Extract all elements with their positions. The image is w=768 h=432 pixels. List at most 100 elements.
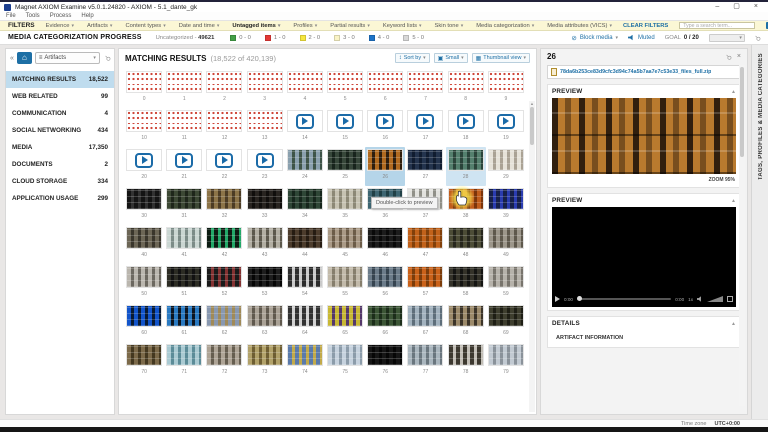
- fullscreen-icon[interactable]: [727, 296, 733, 302]
- grid-item-63[interactable]: 63: [245, 303, 285, 342]
- grid-item-75[interactable]: 75: [325, 342, 365, 381]
- thumbnail[interactable]: [166, 149, 202, 171]
- minimize-button[interactable]: –: [715, 2, 719, 12]
- volume-slider[interactable]: [707, 296, 723, 302]
- thumbnail[interactable]: [327, 266, 363, 288]
- view-mode-button[interactable]: ▦ Thumbnail view▾: [472, 53, 530, 63]
- thumbnail[interactable]: [247, 188, 283, 210]
- grid-item-76[interactable]: 76: [365, 342, 405, 381]
- muted-button[interactable]: Muted: [628, 35, 655, 41]
- grid-item-49[interactable]: 49: [486, 225, 526, 264]
- grid-item-68[interactable]: 68: [446, 303, 486, 342]
- maximize-button[interactable]: ▢: [733, 2, 740, 12]
- seek-handle[interactable]: [577, 296, 582, 301]
- thumbnail[interactable]: [367, 305, 403, 327]
- thumbnail[interactable]: [126, 227, 162, 249]
- thumbnail[interactable]: [488, 227, 524, 249]
- filter-artifacts[interactable]: Artifacts▾: [87, 23, 112, 29]
- grid-item-3[interactable]: 3: [245, 69, 285, 108]
- sidebar-pin-icon[interactable]: ⚲: [103, 53, 112, 62]
- thumbnail[interactable]: [488, 266, 524, 288]
- grid-item-0[interactable]: 0: [124, 69, 164, 108]
- thumbnail[interactable]: [327, 71, 363, 93]
- grid-item-9[interactable]: 9: [486, 69, 526, 108]
- grid-item-17[interactable]: 17: [405, 108, 445, 147]
- grid-item-77[interactable]: 77: [405, 342, 445, 381]
- thumbnail[interactable]: [407, 149, 443, 171]
- grid-item-15[interactable]: 15: [325, 108, 365, 147]
- sidebar-item-cloud-storage[interactable]: CLOUD STORAGE334: [6, 173, 114, 190]
- grid-item-78[interactable]: 78: [446, 342, 486, 381]
- filter-evidence[interactable]: Evidence▾: [46, 23, 74, 29]
- thumbnail[interactable]: [206, 110, 242, 132]
- grid-item-29[interactable]: 29: [486, 147, 526, 186]
- grid-item-35[interactable]: 35: [325, 186, 365, 225]
- grid-item-39[interactable]: 39: [486, 186, 526, 225]
- thumbnail[interactable]: [407, 71, 443, 93]
- grid-item-47[interactable]: 47: [405, 225, 445, 264]
- sidebar-item-documents[interactable]: DOCUMENTS2: [6, 156, 114, 173]
- grid-item-30[interactable]: 30: [124, 186, 164, 225]
- grid-item-24[interactable]: 24: [285, 147, 325, 186]
- filter-skin-tone[interactable]: Skin tone▾: [435, 23, 464, 29]
- grid-item-51[interactable]: 51: [164, 264, 204, 303]
- grid-item-32[interactable]: 32: [204, 186, 244, 225]
- grid-item-61[interactable]: 61: [164, 303, 204, 342]
- sidebar-item-matching-results[interactable]: MATCHING RESULTS18,522: [6, 71, 114, 88]
- thumbnail[interactable]: [166, 110, 202, 132]
- thumbnail[interactable]: [367, 71, 403, 93]
- thumbnail[interactable]: [287, 305, 323, 327]
- grid-item-46[interactable]: 46: [365, 225, 405, 264]
- playback-rate[interactable]: 1x: [688, 297, 693, 302]
- menu-item-file[interactable]: File: [6, 13, 16, 19]
- thumbnail[interactable]: [247, 266, 283, 288]
- thumbnail[interactable]: [287, 344, 323, 366]
- thumbnail[interactable]: [166, 344, 202, 366]
- image-preview[interactable]: [552, 98, 736, 174]
- grid-item-72[interactable]: 72: [204, 342, 244, 381]
- thumbnail[interactable]: [166, 227, 202, 249]
- thumbnail[interactable]: [287, 266, 323, 288]
- grid-item-43[interactable]: 43: [245, 225, 285, 264]
- home-button[interactable]: ⌂: [17, 52, 32, 64]
- results-scrollbar[interactable]: ▲: [529, 101, 535, 412]
- thumbnail[interactable]: [407, 110, 443, 132]
- video-player[interactable]: 0:00 0:00 1x: [552, 207, 736, 307]
- filter-partial-results[interactable]: Partial results▾: [330, 23, 370, 29]
- grid-item-28[interactable]: 28: [446, 147, 486, 186]
- thumbnail[interactable]: [126, 266, 162, 288]
- detail-scrollbar[interactable]: [739, 65, 745, 406]
- grid-item-25[interactable]: 25: [325, 147, 365, 186]
- grid-item-34[interactable]: 34: [285, 186, 325, 225]
- evidence-file-chip[interactable]: 78da6b253ce83d9cfc3d94c74a5b7aa7e7c53e33…: [547, 65, 741, 79]
- thumbnail[interactable]: [287, 227, 323, 249]
- grid-item-59[interactable]: 59: [486, 264, 526, 303]
- thumbnail[interactable]: [247, 305, 283, 327]
- thumbnail[interactable]: [287, 149, 323, 171]
- grid-item-50[interactable]: 50: [124, 264, 164, 303]
- grid-item-40[interactable]: 40: [124, 225, 164, 264]
- grid-item-16[interactable]: 16: [365, 108, 405, 147]
- thumbnail[interactable]: [327, 344, 363, 366]
- thumbnail[interactable]: [327, 188, 363, 210]
- grid-item-71[interactable]: 71: [164, 342, 204, 381]
- thumbnail[interactable]: [488, 344, 524, 366]
- thumbnail[interactable]: [367, 149, 403, 171]
- thumbnail[interactable]: [488, 71, 524, 93]
- thumbnail[interactable]: [126, 149, 162, 171]
- thumbnail[interactable]: [206, 149, 242, 171]
- grid-item-70[interactable]: 70: [124, 342, 164, 381]
- grid-item-2[interactable]: 2: [204, 69, 244, 108]
- grid-item-60[interactable]: 60: [124, 303, 164, 342]
- collapse-sidebar-icon[interactable]: «: [10, 55, 14, 62]
- grid-item-21[interactable]: 21: [164, 147, 204, 186]
- grid-item-79[interactable]: 79: [486, 342, 526, 381]
- play-icon[interactable]: [555, 296, 560, 302]
- thumbnail[interactable]: [407, 227, 443, 249]
- thumbnail[interactable]: [367, 344, 403, 366]
- thumbnail[interactable]: [448, 110, 484, 132]
- filter-media-attributes-vics-[interactable]: Media attributes (VICS)▾: [547, 23, 612, 29]
- thumbnail[interactable]: [407, 344, 443, 366]
- sidebar-item-social-networking[interactable]: SOCIAL NETWORKING434: [6, 122, 114, 139]
- thumbnail[interactable]: [287, 71, 323, 93]
